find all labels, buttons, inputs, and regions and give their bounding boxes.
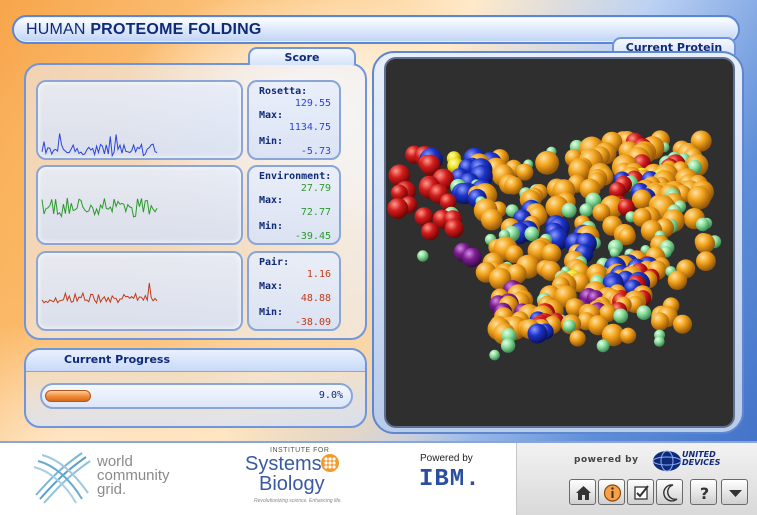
red-atom — [421, 222, 440, 241]
help-icon: ? — [700, 484, 709, 503]
green-atom — [579, 203, 593, 217]
menu-dropdown-button[interactable] — [721, 479, 748, 505]
progress-percent: 9.0% — [318, 390, 343, 401]
info-icon — [603, 484, 622, 502]
green-atom — [654, 336, 665, 347]
app-title: HUMAN PROTEOME FOLDING — [26, 21, 262, 39]
environment-sparkline — [41, 197, 158, 218]
isb-tagline: Revolutionizing science. Enhancing life. — [254, 498, 342, 504]
isb-line-1: Systems — [245, 453, 322, 475]
orange-atom — [631, 189, 652, 210]
united-devices-wordmark: UNITED DEVICES — [682, 451, 720, 467]
environment-min: -39.45 — [294, 231, 331, 242]
score-header: Score — [284, 51, 320, 64]
environment-min-label: Min: — [259, 221, 284, 232]
orange-atom — [667, 270, 688, 290]
environment-max-label: Max: — [259, 195, 284, 206]
orange-atom — [695, 233, 715, 254]
home-button[interactable] — [569, 479, 596, 505]
pair-stats: Pair: 1.16 Max: 48.88 Min: -38.09 — [247, 251, 341, 331]
sleep-button[interactable] — [656, 479, 683, 505]
green-atom — [636, 305, 652, 320]
environment-stats: Environment: 27.79 Max: 72.77 Min: -39.4… — [247, 165, 341, 245]
pair-sparkline — [41, 282, 158, 305]
progress-header: Current Progress — [26, 350, 365, 372]
orange-atom — [673, 314, 692, 334]
info-button[interactable] — [598, 479, 625, 505]
green-atom — [500, 338, 516, 353]
orange-atom — [651, 312, 670, 331]
rosetta-min: -5.73 — [300, 146, 331, 157]
blue-atom — [527, 323, 548, 344]
protein-structure — [387, 130, 722, 361]
green-atom — [609, 247, 620, 258]
green-atom — [695, 217, 710, 232]
green-atom — [417, 250, 429, 262]
svg-text:?: ? — [700, 484, 709, 503]
progress-title: Current Progress — [64, 353, 171, 366]
environment-max: 72.77 — [300, 207, 331, 218]
green-atom — [524, 226, 540, 242]
pair-min: -38.09 — [294, 317, 331, 328]
isb-logo-icon — [321, 454, 339, 472]
settings-checkbox-button[interactable] — [627, 479, 654, 505]
protein-viewer[interactable] — [384, 57, 735, 428]
environment-graph — [36, 165, 243, 245]
orange-atom — [535, 150, 559, 175]
environment-current: 27.79 — [300, 183, 331, 194]
green-atom — [489, 349, 500, 361]
pair-max-label: Max: — [259, 281, 284, 292]
pair-min-label: Min: — [259, 307, 284, 318]
score-tab: Score — [248, 47, 356, 65]
isb-wordmark: Systems Biology — [245, 454, 325, 494]
rosetta-sparkline — [41, 133, 158, 158]
world-community-grid-logo — [33, 452, 91, 504]
red-atom — [387, 198, 409, 219]
app-title-bold: PROTEOME FOLDING — [90, 21, 262, 38]
rosetta-max-label: Max: — [259, 110, 284, 121]
pair-label: Pair: — [259, 257, 290, 268]
progress-bar: 9.0% — [40, 383, 353, 409]
moon-icon — [663, 484, 678, 502]
ud-line-2: DEVICES — [682, 458, 721, 467]
green-atom — [561, 202, 577, 218]
ibm-powered-by: Powered by — [420, 453, 473, 464]
rosetta-graph — [36, 80, 243, 160]
red-atom — [444, 218, 464, 239]
green-atom — [562, 319, 576, 333]
wcg-line-3: grid. — [97, 481, 127, 498]
app-title-prefix: HUMAN — [26, 21, 91, 38]
world-community-grid-wordmark: world community grid. — [97, 454, 170, 498]
pair-current: 1.16 — [306, 269, 331, 280]
rosetta-stats: Rosetta: 129.55 Max: 1134.75 Min: -5.73 — [247, 80, 341, 160]
isb-line-2: Biology — [259, 473, 325, 495]
home-icon — [576, 486, 591, 500]
united-devices-globe-icon — [652, 450, 682, 472]
green-atom — [613, 308, 629, 324]
rosetta-min-label: Min: — [259, 136, 284, 147]
progress-fill — [45, 390, 91, 402]
dropdown-arrow-icon — [729, 490, 742, 497]
orange-atom — [480, 208, 503, 231]
help-button[interactable]: ? — [690, 479, 717, 505]
rosetta-current: 129.55 — [294, 98, 331, 109]
rosetta-label: Rosetta: — [259, 86, 308, 97]
environment-label: Environment: — [259, 171, 332, 182]
pair-graph — [36, 251, 243, 331]
orange-atom — [569, 330, 586, 347]
purple-atom — [462, 247, 482, 268]
rosetta-max: 1134.75 — [288, 122, 331, 133]
app-window: HUMAN PROTEOME FOLDING Score Rosetta: 12… — [0, 0, 757, 515]
ud-powered-by: powered by — [574, 455, 639, 465]
checkbox-icon — [634, 485, 649, 500]
orange-atom — [620, 327, 637, 344]
green-atom — [596, 339, 610, 353]
orange-atom — [696, 251, 716, 271]
pair-max: 48.88 — [300, 293, 331, 304]
progress-panel: Current Progress 9.0% — [24, 348, 367, 428]
orange-atom — [687, 185, 711, 210]
ibm-logo: IBM. — [419, 466, 481, 493]
